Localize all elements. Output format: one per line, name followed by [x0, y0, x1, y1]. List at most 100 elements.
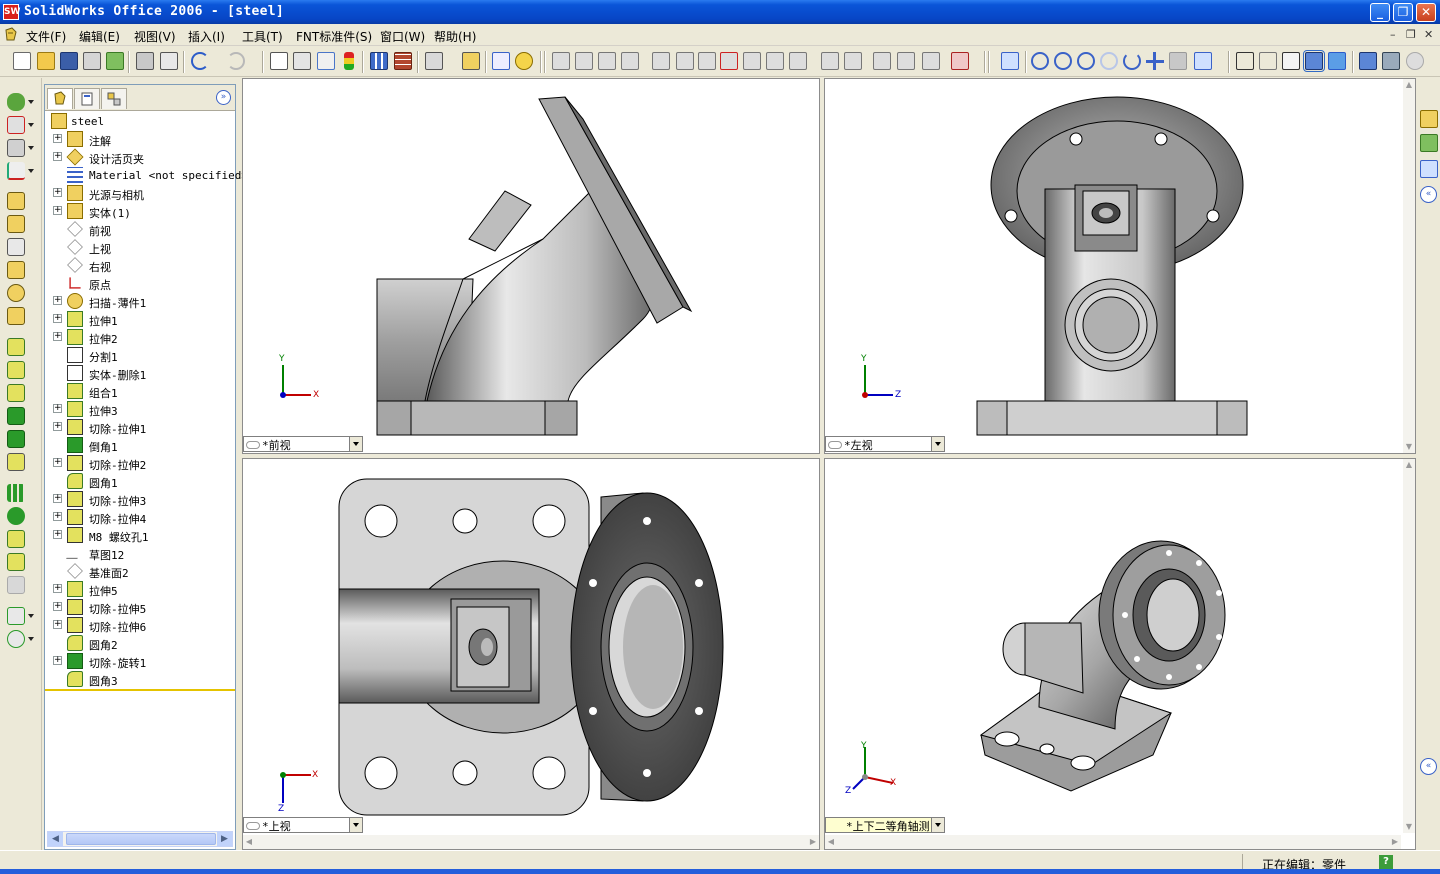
- viewport-iso-vscroll[interactable]: ▲ ▼: [1403, 459, 1415, 833]
- expand-icon[interactable]: +: [53, 656, 62, 665]
- document-part-icon[interactable]: [3, 27, 19, 43]
- tree-item[interactable]: + 切除-拉伸2: [45, 454, 235, 472]
- rollback-bar[interactable]: [45, 689, 235, 691]
- tree-item[interactable]: + 拉伸5: [45, 580, 235, 598]
- tree-item[interactable]: 组合1: [45, 382, 235, 400]
- menu-insert[interactable]: 插入(I): [188, 28, 225, 45]
- expand-icon[interactable]: +: [53, 152, 62, 161]
- view-dropdown-icon[interactable]: [931, 437, 944, 451]
- shaded-icon[interactable]: [1328, 52, 1346, 70]
- scroll-right-icon[interactable]: ▶: [1389, 835, 1401, 849]
- viewport-top-label[interactable]: *上视: [243, 817, 363, 833]
- coordinate-icon[interactable]: [7, 162, 25, 180]
- scroll-right-icon[interactable]: ▶: [217, 832, 232, 846]
- note-icon[interactable]: [720, 52, 738, 70]
- scroll-thumb[interactable]: [66, 833, 216, 845]
- tree-item[interactable]: 上视: [45, 238, 235, 256]
- tree-item[interactable]: 原点: [45, 274, 235, 292]
- viewport-left[interactable]: Y Z *左视 ▲ ▼: [824, 78, 1416, 454]
- reference-geometry-icon[interactable]: [7, 139, 25, 157]
- viewport-front[interactable]: Y X *前视: [242, 78, 820, 454]
- zoom-selection-icon[interactable]: [1100, 52, 1118, 70]
- scroll-up-icon[interactable]: ▲: [1403, 459, 1415, 471]
- datum-target-icon[interactable]: [844, 52, 862, 70]
- mirror-feature-icon[interactable]: [7, 530, 25, 548]
- viewport-iso-hscroll[interactable]: ◀ ▶: [825, 835, 1401, 849]
- perspective-icon[interactable]: [1382, 52, 1400, 70]
- tree-item[interactable]: + 实体(1): [45, 202, 235, 220]
- menu-edit[interactable]: 编辑(E): [79, 28, 120, 45]
- dimension-icon[interactable]: [552, 52, 570, 70]
- options-icon[interactable]: [425, 52, 443, 70]
- pan-icon[interactable]: [1146, 52, 1164, 70]
- shaded-edges-icon[interactable]: [1303, 50, 1325, 72]
- shell-icon[interactable]: [7, 407, 25, 425]
- tab-configuration-manager[interactable]: [101, 88, 127, 109]
- close-button[interactable]: ✕: [1416, 3, 1436, 22]
- tree-item[interactable]: 分割1: [45, 346, 235, 364]
- tree-item[interactable]: + 注解: [45, 130, 235, 148]
- linear-pattern-icon[interactable]: [7, 484, 25, 502]
- rib-icon[interactable]: [7, 384, 25, 402]
- surface-finish-icon[interactable]: [743, 52, 761, 70]
- save-icon[interactable]: [60, 52, 78, 70]
- expand-icon[interactable]: +: [53, 188, 62, 197]
- expand-icon[interactable]: +: [53, 458, 62, 467]
- scroll-left-icon[interactable]: ◀: [825, 835, 837, 849]
- doc-close-button[interactable]: ✕: [1424, 28, 1433, 41]
- smart-select-icon[interactable]: [293, 52, 311, 70]
- minimize-button[interactable]: _: [1370, 3, 1390, 22]
- help-icon[interactable]: [515, 52, 533, 70]
- home-icon[interactable]: [1420, 110, 1438, 128]
- menu-help[interactable]: 帮助(H): [434, 28, 476, 45]
- circular-pattern-icon[interactable]: [7, 507, 25, 525]
- scroll-right-icon[interactable]: ▶: [807, 835, 819, 849]
- expand-task-pane-icon[interactable]: «: [1420, 186, 1437, 203]
- tree-item[interactable]: 前视: [45, 220, 235, 238]
- file-explorer-icon[interactable]: [1420, 160, 1438, 178]
- scroll-down-icon[interactable]: ▼: [1403, 821, 1415, 833]
- tree-item[interactable]: + 光源与相机: [45, 184, 235, 202]
- doc-restore-button[interactable]: ❐: [1406, 28, 1416, 41]
- new-icon[interactable]: [13, 52, 31, 70]
- view-orientation-icon[interactable]: [1194, 52, 1212, 70]
- traffic-light-icon[interactable]: [344, 52, 354, 70]
- viewport-top[interactable]: X Z *上视 ◀ ▶: [242, 458, 820, 850]
- menu-fnt-standard[interactable]: FNT标准件(S): [296, 28, 372, 45]
- curve-pattern-icon[interactable]: [7, 576, 25, 594]
- design-library-icon[interactable]: [1420, 134, 1438, 152]
- mirror-icon[interactable]: [7, 238, 25, 256]
- dome-icon[interactable]: [7, 430, 25, 448]
- feature-tree-hscroll[interactable]: ◀ ▶: [47, 831, 233, 847]
- viewport-isometric-label[interactable]: *上下二等角轴测: [825, 817, 945, 833]
- tree-item[interactable]: 圆角2: [45, 634, 235, 652]
- hidden-removed-icon[interactable]: [1282, 52, 1300, 70]
- viewport-isometric[interactable]: Y X Z *上下二等角轴测 ▲ ▼ ◀ ▶: [824, 458, 1416, 850]
- tree-root-part[interactable]: steel: [45, 112, 235, 130]
- print-icon[interactable]: [136, 52, 154, 70]
- tree-item[interactable]: + 扫描-薄件1: [45, 292, 235, 310]
- tree-item[interactable]: + 切除-拉伸6: [45, 616, 235, 634]
- solidworks-logo-icon[interactable]: SW: [3, 4, 20, 20]
- tree-item[interactable]: 右视: [45, 256, 235, 274]
- expand-icon[interactable]: +: [53, 332, 62, 341]
- fillet-icon[interactable]: [7, 338, 25, 356]
- extruded-boss-icon[interactable]: [7, 192, 25, 210]
- sweep-icon[interactable]: [7, 284, 25, 302]
- realview-icon[interactable]: [1406, 52, 1424, 70]
- expand-icon[interactable]: +: [53, 296, 62, 305]
- link-views-icon[interactable]: [246, 822, 260, 830]
- sketch-toolbar-icon[interactable]: [7, 116, 25, 134]
- doc-minimize-button[interactable]: –: [1390, 28, 1396, 41]
- menu-tools[interactable]: 工具(T): [242, 28, 283, 45]
- sketch-tool-icon[interactable]: [951, 52, 969, 70]
- scroll-left-icon[interactable]: ◀: [243, 835, 255, 849]
- block-icon[interactable]: [922, 52, 940, 70]
- tree-item[interactable]: + 切除-拉伸1: [45, 418, 235, 436]
- undo-icon[interactable]: [191, 52, 209, 70]
- hidden-lines-icon[interactable]: [1259, 52, 1277, 70]
- tree-item[interactable]: + 切除-拉伸3: [45, 490, 235, 508]
- tree-item[interactable]: 实体-删除1: [45, 364, 235, 382]
- helix-icon[interactable]: [7, 630, 25, 648]
- ordinate-icon[interactable]: [575, 52, 593, 70]
